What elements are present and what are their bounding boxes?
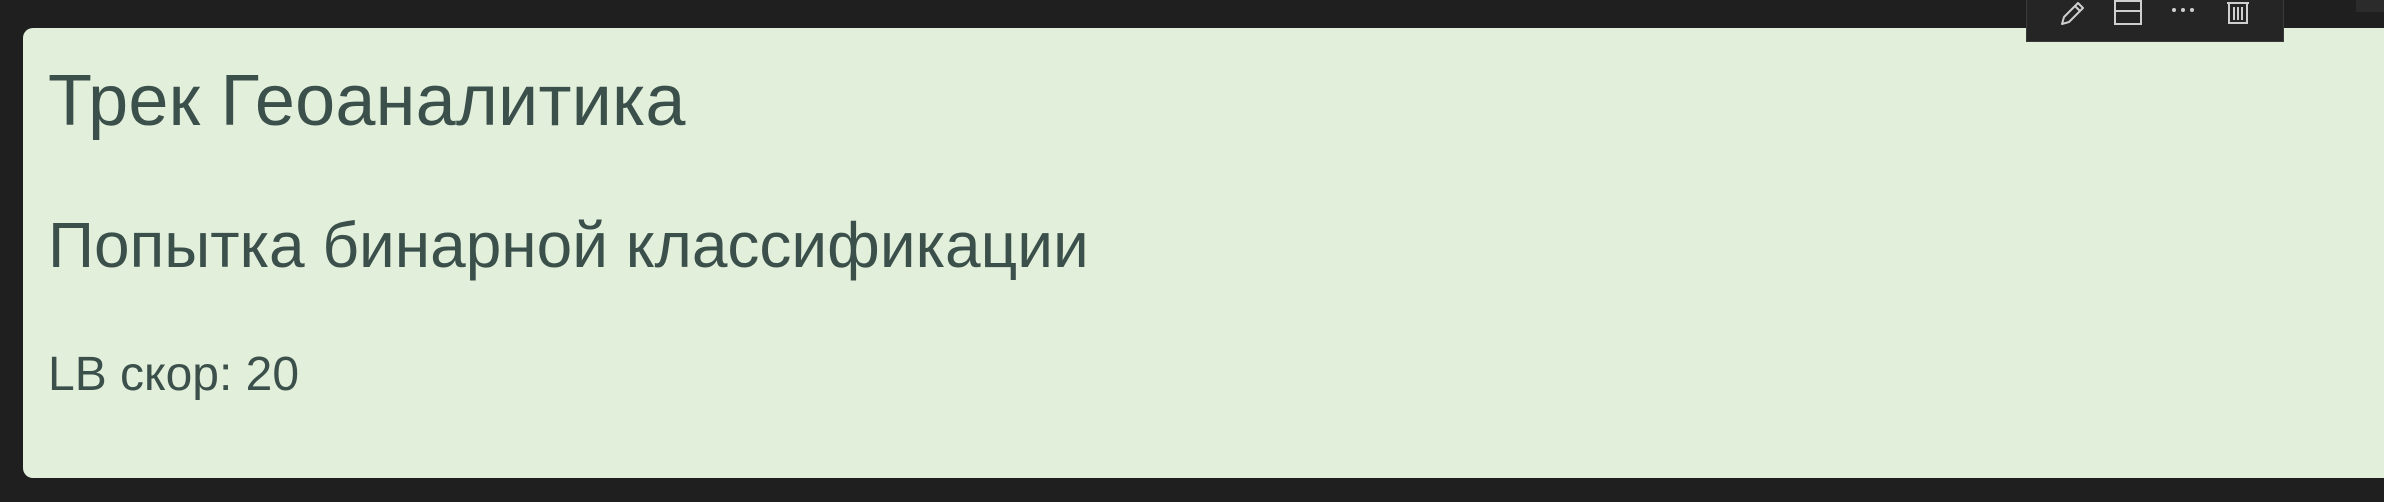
cell-heading-1: Трек Геоаналитика [48,61,686,141]
edit-button[interactable] [2053,0,2093,30]
cell-toolbar [2026,0,2284,42]
more-icon [2166,0,2200,26]
top-right-chip [2356,0,2384,12]
delete-button[interactable] [2218,0,2258,30]
split-cell-icon [2111,0,2145,26]
notebook-canvas: Трек Геоаналитика Попытка бинарной класс… [0,0,2384,502]
cell-heading-2: Попытка бинарной классификации [48,209,1089,281]
markdown-cell[interactable]: Трек Геоаналитика Попытка бинарной класс… [23,28,2384,478]
more-button[interactable] [2163,0,2203,30]
split-cell-button[interactable] [2108,0,2148,30]
edit-icon [2056,0,2090,26]
cell-paragraph: LB скор: 20 [48,348,300,401]
delete-icon [2221,0,2255,26]
